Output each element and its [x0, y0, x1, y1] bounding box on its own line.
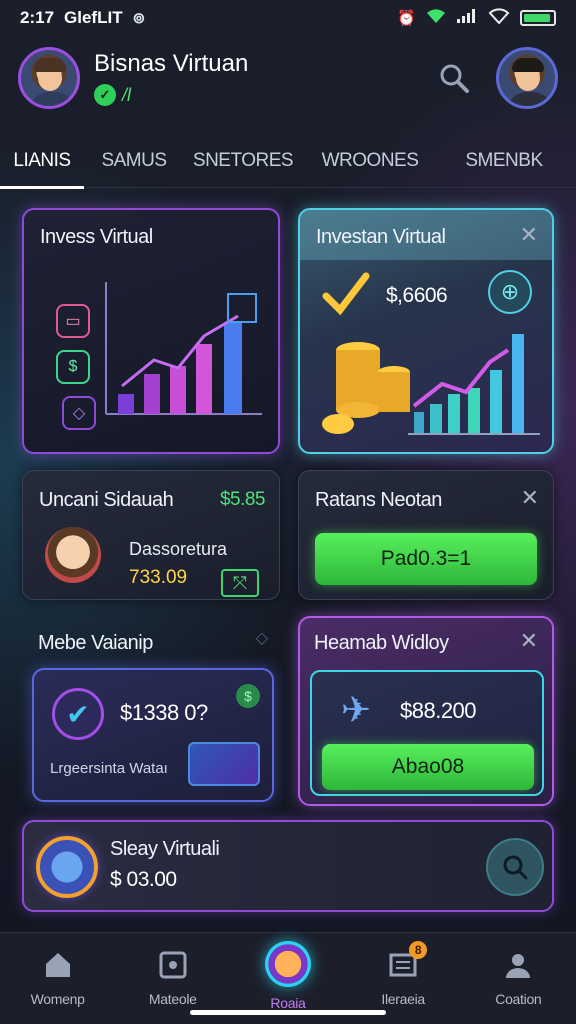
nav-item-roaia[interactable]: Roaia [238, 941, 338, 1011]
profile-icon [500, 947, 536, 983]
mebe-label: Lrgeersinta Wataı [50, 760, 168, 777]
notification-icon: ⊚ [132, 10, 146, 27]
nav-label-home: Womenp [30, 991, 85, 1007]
status-bar: 2:17 GlefLIT ⊚ ⏰ [0, 0, 576, 36]
tab-samus[interactable]: SAMUS [84, 134, 184, 188]
search-icon [440, 64, 469, 93]
mebe-card[interactable]: Mebe Vaianip ◇ ✔ $1338 0? $ Lrgeersinta … [22, 612, 280, 808]
status-time: 2:17 [20, 8, 55, 27]
plane-icon: ✈ [340, 689, 372, 730]
uncani-card[interactable]: Uncani Sidauah $5.85 Dassoretura 733.09 … [22, 470, 280, 600]
heamab-title: Heamab Widloy [314, 632, 449, 654]
tab-bar: LIANIS SAMUS SNETORES WROONES SMENBK [0, 134, 576, 189]
coins-chart-graphic [322, 334, 540, 435]
rocket-card-icon [188, 742, 260, 786]
wifi-icon [426, 8, 446, 28]
uncani-amount: $5.85 [219, 489, 266, 510]
mail-icon [264, 941, 311, 987]
close-icon[interactable]: ✕ [520, 628, 538, 654]
header-info: Bisnas Virtuan ✓ /l [94, 50, 434, 106]
tab-wroones[interactable]: WROONES [302, 134, 438, 188]
alarm-icon: ⏰ [397, 10, 416, 27]
heamab-action-button[interactable]: Abao08 [322, 744, 534, 790]
app-title: Bisnas Virtuan [94, 50, 249, 77]
nav-label-ileraeia: Ileraeia [381, 991, 425, 1007]
status-right: ⏰ [397, 8, 556, 28]
mebe-title: Mebe Vaianip [38, 632, 153, 654]
notification-badge: 8 [409, 941, 428, 959]
battery-icon [520, 10, 556, 26]
heamab-card[interactable]: Heamab Widloy ✕ ✈ $88.200 Abao08 [298, 616, 554, 806]
status-left: 2:17 GlefLIT ⊚ [20, 8, 145, 28]
crystal-icon [36, 836, 98, 898]
search-circle-button[interactable] [486, 838, 544, 896]
nav-item-mateole[interactable]: Mateole [123, 947, 223, 1007]
dollar-badge-icon: $ [236, 684, 260, 708]
mebe-inner-panel: ✔ $1338 0? $ Lrgeersinta Wataı [32, 668, 274, 802]
square-icon [155, 947, 191, 983]
heamab-amount: $88.200 [400, 698, 477, 723]
nav-label-mateole: Mateole [148, 991, 197, 1007]
header-sub: ✓ /l [94, 84, 434, 106]
ratans-title: Ratans Neotan [315, 489, 442, 511]
agent-avatar [45, 527, 101, 583]
growth-chart-graphic [105, 282, 262, 415]
wifi-alt-icon [488, 8, 510, 28]
uncani-value: 733.09 [129, 567, 188, 588]
invest-virtual-title: Invess Virtual [40, 226, 153, 248]
tab-smenbk[interactable]: SMENBK [438, 134, 570, 188]
rocket-check-icon: ✔ [52, 688, 104, 740]
mebe-amount: $1338 0? [120, 700, 208, 725]
home-indicator [190, 1010, 386, 1015]
sleay-amount: $ 03.00 [110, 868, 177, 891]
nav-label-roaia: Roaia [270, 995, 306, 1011]
tag-icon: ◇ [62, 396, 96, 430]
nav-label-coation: Coation [495, 991, 542, 1007]
sleay-title: Sleay Virtuali [110, 838, 220, 860]
header-sub-text: /l [122, 84, 131, 105]
profile-avatar[interactable] [496, 47, 558, 109]
invest-virtual-card[interactable]: Invess Virtual ▭ $ ◇ [22, 208, 280, 454]
tab-snetores[interactable]: SNETORES [184, 134, 302, 188]
news-icon: 8 [385, 941, 428, 983]
search-button[interactable] [434, 58, 474, 98]
online-status-icon: ✓ [94, 84, 116, 106]
dollar-icon: $ [56, 350, 90, 384]
investan-amount: $,6606 [386, 284, 448, 307]
ratans-action-button[interactable]: Pad0.3=1 [315, 533, 537, 585]
nav-item-home[interactable]: Womenp [8, 947, 108, 1007]
close-icon[interactable]: ✕ [521, 485, 539, 511]
close-icon[interactable]: ◇ [256, 628, 268, 648]
check-icon [322, 272, 370, 316]
nav-item-ileraeia[interactable]: 8 Ileraeia [353, 941, 453, 1007]
nav-item-coation[interactable]: Coation [468, 947, 568, 1007]
sleay-card[interactable]: Sleay Virtuali $ 03.00 [22, 820, 554, 912]
investan-virtual-card[interactable]: Investan Virtual ✕ $,6606 ⊕ [298, 208, 554, 454]
wallet-icon: ▭ [56, 304, 90, 338]
uncani-title: Uncani Sidauah [39, 489, 174, 511]
status-carrier: GlefLIT [64, 8, 123, 27]
user-avatar[interactable] [18, 47, 80, 109]
home-icon [40, 947, 76, 983]
globe-icon[interactable]: ⊕ [488, 270, 532, 314]
search-icon [503, 855, 528, 880]
chart-thumb-icon[interactable]: ⤧ [221, 569, 259, 597]
heamab-inner-panel: ✈ $88.200 Abao08 [310, 670, 544, 796]
app-header: Bisnas Virtuan ✓ /l [0, 40, 576, 116]
uncani-label: Dassoretura [129, 539, 228, 559]
close-icon[interactable]: ✕ [520, 222, 538, 248]
tab-lianis[interactable]: LIANIS [0, 134, 84, 189]
investan-virtual-title: Investan Virtual [316, 226, 446, 248]
ratans-card[interactable]: Ratans Neotan ✕ Pad0.3=1 [298, 470, 554, 600]
signal-icon [456, 8, 478, 28]
